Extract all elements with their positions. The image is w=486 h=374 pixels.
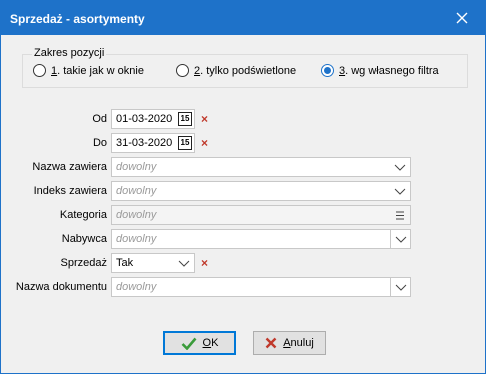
chevron-down-icon[interactable]	[390, 182, 410, 200]
radio-circle-3-selected	[321, 64, 334, 77]
index-contains-combo[interactable]: dowolny	[111, 181, 411, 201]
chevron-down-icon[interactable]	[390, 230, 410, 248]
calendar-icon[interactable]: 15	[178, 136, 192, 150]
buyer-label: Nabywca	[61, 233, 107, 245]
window-title: Sprzedaż - asortymenty	[10, 12, 145, 26]
calendar-icon[interactable]: 15	[178, 112, 192, 126]
radio-circle-1	[33, 64, 46, 77]
scope-legend: Zakres pozycji	[32, 47, 107, 59]
clear-date-from-icon[interactable]: ×	[201, 112, 208, 126]
cancel-label: Anuluj	[283, 337, 314, 349]
buyer-combo[interactable]: dowolny	[111, 229, 411, 249]
ok-label: OK	[202, 337, 219, 349]
chevron-down-icon[interactable]	[174, 254, 194, 272]
radio-option-2[interactable]: 2. tylko podświetlone	[176, 64, 296, 77]
chevron-down-icon[interactable]	[390, 158, 410, 176]
category-label: Kategoria	[59, 209, 107, 221]
radio-circle-2	[176, 64, 189, 77]
date-to-label: Do	[92, 137, 107, 149]
date-from-input[interactable]: 01-03-2020 15	[111, 109, 195, 129]
index-contains-label: Indeks zawiera	[33, 185, 107, 197]
radio-option-1[interactable]: 1. takie jak w oknie	[33, 64, 144, 77]
title-bar: Sprzedaż - asortymenty	[1, 1, 485, 35]
date-from-label: Od	[92, 113, 107, 125]
checkmark-icon	[181, 337, 197, 350]
cancel-button[interactable]: Anuluj	[253, 331, 326, 355]
close-icon	[456, 12, 468, 24]
ok-button[interactable]: OK	[163, 331, 236, 355]
sale-select[interactable]: Tak	[111, 253, 195, 273]
dialog-window: Sprzedaż - asortymenty Zakres pozycji 1.…	[0, 0, 486, 374]
doc-name-combo[interactable]: dowolny	[111, 277, 411, 297]
chevron-down-icon[interactable]	[390, 278, 410, 296]
clear-sale-icon[interactable]: ×	[201, 256, 208, 270]
cancel-x-icon	[265, 337, 277, 349]
clear-date-to-icon[interactable]: ×	[201, 136, 208, 150]
list-menu-icon[interactable]	[390, 206, 410, 224]
close-button[interactable]	[439, 1, 485, 35]
name-contains-combo[interactable]: dowolny	[111, 157, 411, 177]
radio-label-1: 1. takie jak w oknie	[51, 64, 144, 77]
category-field[interactable]: dowolny	[111, 205, 411, 225]
name-contains-label: Nazwa zawiera	[32, 161, 107, 173]
date-to-input[interactable]: 31-03-2020 15	[111, 133, 195, 153]
sale-label: Sprzedaż	[60, 257, 107, 269]
radio-label-3: 3. wg własnego filtra	[339, 64, 439, 77]
radio-option-3[interactable]: 3. wg własnego filtra	[321, 64, 439, 77]
doc-name-label: Nazwa dokumentu	[15, 281, 107, 293]
dialog-content: Zakres pozycji 1. takie jak w oknie 2. t…	[1, 35, 485, 373]
radio-label-2: 2. tylko podświetlone	[194, 64, 297, 77]
scope-group: Zakres pozycji 1. takie jak w oknie 2. t…	[22, 47, 468, 88]
